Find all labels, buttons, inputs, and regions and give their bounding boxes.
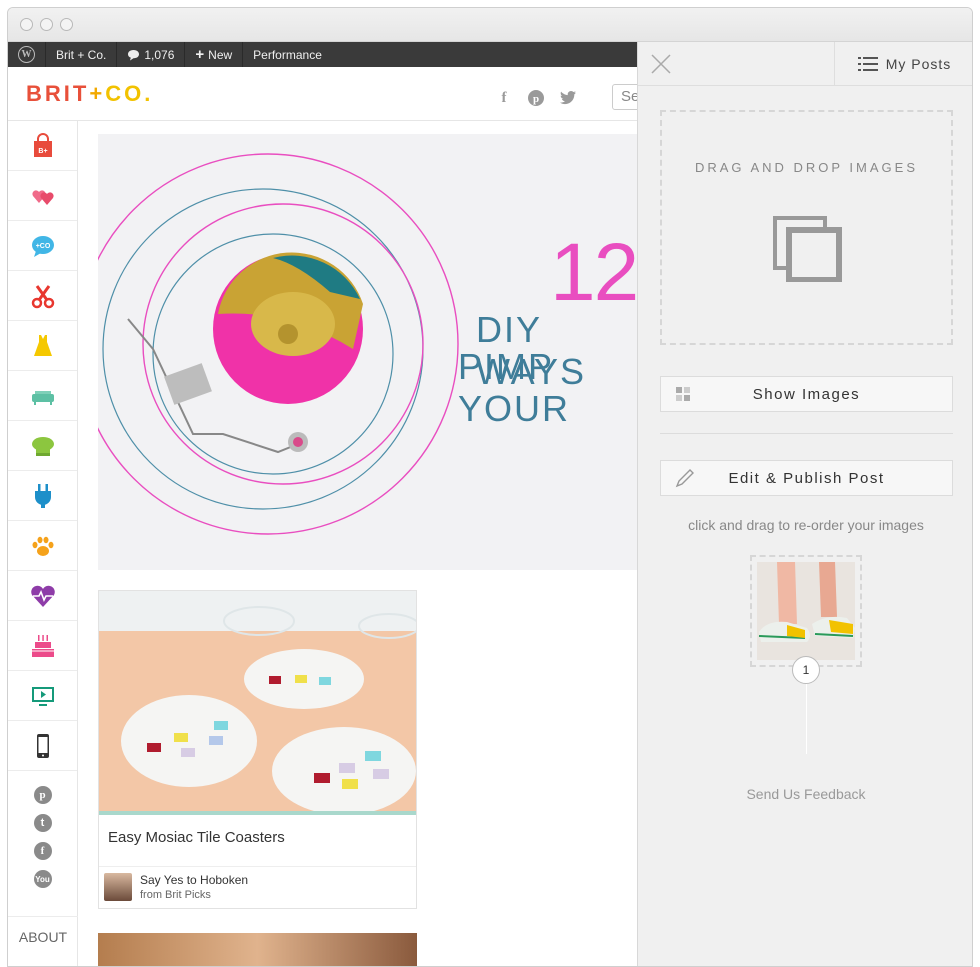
screen-icon [31,686,54,706]
svg-text:B+: B+ [38,148,47,155]
pinterest-icon: p [33,786,52,804]
coasters-image [99,591,416,811]
show-images-button[interactable]: Show Images [660,376,953,412]
article-card[interactable]: Easy Mosiac Tile Coasters Say Yes to Hob… [98,590,417,909]
logo-plus: + [89,81,106,106]
sidebar-twitter[interactable]: t [8,809,77,837]
list-icon [857,57,878,71]
images-icon [773,216,842,282]
order-connector-line [806,684,807,754]
article-card-image[interactable] [98,933,417,966]
sidebar-item-mobile[interactable] [8,721,77,771]
sidebar-item-entertainment[interactable] [8,671,77,721]
plug-icon [34,483,51,508]
close-window-button[interactable] [20,18,33,31]
panel-header: My Posts [638,42,972,86]
wordpress-icon: W [18,46,35,63]
author-source: from Brit Picks [140,889,211,901]
svg-text:p: p [533,93,539,105]
browser-window: W Brit + Co. 1,076 + New Performance BRI… [7,7,973,967]
show-images-label: Show Images [752,385,861,403]
twitter-icon[interactable] [559,89,577,107]
paw-icon [32,536,53,556]
edit-publish-label: Edit & Publish Post [728,469,885,487]
image-order-badge: 1 [792,656,820,684]
card-title[interactable]: Easy Mosiac Tile Coasters [99,815,416,867]
my-posts-label: My Posts [885,56,952,72]
send-feedback-link[interactable]: Send Us Feedback [638,786,972,802]
chef-hat-icon [31,436,54,456]
site-name-link[interactable]: Brit + Co. [46,42,118,67]
close-icon[interactable] [650,53,672,75]
chat-bubble-icon: +CO [31,235,54,257]
hero-number: 12 [550,227,638,318]
reorder-hint: click and drag to re-order your images [688,517,924,533]
sidebar-pinterest[interactable]: p [8,781,77,809]
about-link[interactable]: ABOUT [8,916,78,945]
plus-icon: + [195,46,205,63]
card-author[interactable]: Say Yes to Hoboken from Brit Picks [99,867,416,907]
sidebar-item-shop[interactable]: B+ [8,121,77,171]
hearts-icon [31,189,54,205]
sidebar-item-diy[interactable] [8,271,77,321]
sofa-icon [31,390,54,405]
sidebar-item-pets[interactable] [8,521,77,571]
sidebar-item-style[interactable] [8,321,77,371]
logo-co: CO. [105,81,154,106]
sidebar-youtube[interactable]: You [8,865,77,893]
comments-link[interactable]: 1,076 [117,42,186,67]
grid-icon [676,387,690,401]
shoes-image [757,562,855,660]
brit-co-logo[interactable]: BRIT+CO. [26,81,153,107]
pencil-icon [675,469,694,488]
avatar [104,873,132,901]
header-social: f p [495,89,577,107]
sidebar-item-community[interactable]: +CO [8,221,77,271]
image-drop-zone[interactable]: DRAG AND DROP IMAGES [660,110,953,345]
comment-icon [128,49,140,60]
image-thumbnail[interactable] [750,555,862,667]
new-label: New [208,47,233,62]
phone-icon [36,733,49,758]
sidebar-item-party[interactable] [8,621,77,671]
sidebar-item-health[interactable] [8,571,77,621]
panel-divider [660,433,953,434]
sidebar-facebook[interactable]: f [8,837,77,865]
wordpress-menu[interactable]: W [8,42,46,67]
hero-line2: PIMP YOUR [458,346,571,429]
title-bar [8,8,972,42]
category-sidebar: B+ +CO p t f You ABOUT [8,121,78,966]
drop-zone-text: DRAG AND DROP IMAGES [694,160,918,175]
heartbeat-icon [30,585,55,607]
hero-image[interactable]: 12 DIY WAYS PIMP YOUR [98,134,638,570]
sidebar-item-food[interactable] [8,421,77,471]
comments-count: 1,076 [144,47,175,62]
new-content-menu[interactable]: + New [185,42,244,67]
shopping-bag-icon: B+ [33,132,52,157]
pinterest-icon[interactable]: p [527,89,545,107]
admin-bar: W Brit + Co. 1,076 + New Performance [8,42,638,67]
performance-menu[interactable]: Performance [243,42,332,67]
post-builder-panel: My Posts DRAG AND DROP IMAGES Show Image… [637,42,972,966]
my-posts-button[interactable]: My Posts [834,42,972,86]
svg-text:+CO: +CO [35,243,50,250]
author-name: Say Yes to Hoboken [140,873,249,887]
cake-icon [31,634,54,657]
sidebar-item-tech[interactable] [8,471,77,521]
dress-icon [33,334,52,356]
facebook-icon[interactable]: f [495,89,513,107]
twitter-icon: t [33,814,52,832]
minimize-window-button[interactable] [40,18,53,31]
scissors-icon [31,284,54,308]
logo-brit: BRIT [26,81,90,106]
site-header: BRIT+CO. f p Se [8,67,652,121]
sidebar-item-love[interactable] [8,171,77,221]
maximize-window-button[interactable] [60,18,73,31]
edit-publish-button[interactable]: Edit & Publish Post [660,460,953,496]
facebook-icon: f [33,842,52,860]
youtube-icon: You [33,870,52,888]
sidebar-item-home[interactable] [8,371,77,421]
